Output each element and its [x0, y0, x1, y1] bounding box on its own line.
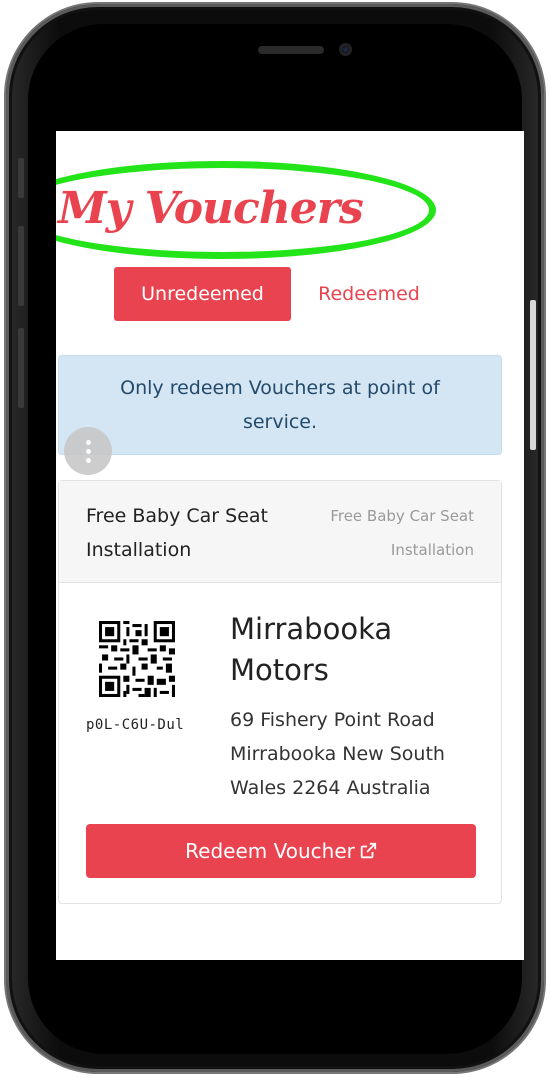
- phone-camera: [339, 43, 352, 56]
- external-link-icon: [360, 842, 376, 859]
- redeem-voucher-label: Redeem Voucher: [185, 839, 355, 863]
- voucher-code: p0L-C6U-Dul: [86, 717, 185, 733]
- qr-code-icon: [99, 621, 175, 697]
- voucher-title: Free Baby Car Seat Installation: [86, 505, 268, 561]
- redeem-voucher-button[interactable]: Redeem Voucher: [86, 824, 476, 878]
- info-notice: Only redeem Vouchers at point of service…: [58, 355, 502, 455]
- voucher-tabs: Unredeemed Redeemed: [114, 267, 447, 321]
- voucher-card: Free Baby Car Seat Installation Free Bab…: [58, 480, 502, 904]
- voucher-subtitle: Free Baby Car Seat Installation: [330, 507, 474, 559]
- business-address: 69 Fishery Point Road Mirrabooka New Sou…: [230, 709, 445, 799]
- page-title: My Vouchers: [58, 183, 364, 234]
- phone-mute-switch: [18, 158, 24, 198]
- phone-volume-down: [18, 328, 24, 408]
- app-screen: My Vouchers Unredeemed Redeemed Only red…: [56, 131, 524, 960]
- phone-volume-up: [18, 226, 24, 306]
- phone-speaker: [258, 46, 324, 54]
- voucher-card-header: Free Baby Car Seat Installation Free Bab…: [59, 481, 501, 583]
- phone-power-button: [530, 300, 536, 450]
- tab-unredeemed[interactable]: Unredeemed: [114, 267, 291, 321]
- info-notice-text: Only redeem Vouchers at point of service…: [120, 377, 440, 433]
- business-name: Mirrabooka Motors: [230, 612, 393, 687]
- more-vertical-icon[interactable]: [64, 427, 112, 475]
- tab-redeemed[interactable]: Redeemed: [291, 267, 447, 321]
